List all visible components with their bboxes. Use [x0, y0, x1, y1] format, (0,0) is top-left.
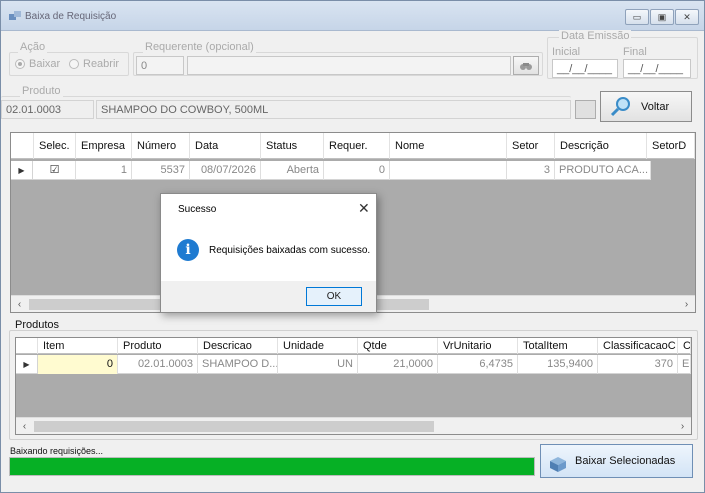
scroll-left-icon[interactable]: ‹ [11, 296, 28, 313]
col-vrunitario[interactable]: VrUnitario [438, 338, 518, 354]
app-icon [9, 11, 21, 20]
requisicao-row[interactable]: ▶ ☑ 1 5537 08/07/2026 Aberta 0 3 PRODUTO… [11, 161, 651, 180]
col-c[interactable]: C [678, 338, 691, 354]
cell-c: E [678, 355, 691, 374]
data-final-label: Final [623, 46, 647, 58]
voltar-button[interactable]: Voltar [600, 91, 692, 122]
produtos-scroll-left-icon[interactable]: ‹ [16, 418, 33, 435]
requisicoes-grid-header: Selec. Empresa Número Data Status Requer… [11, 133, 695, 159]
produto-row-indicator-icon: ▶ [16, 355, 38, 374]
col-totalitem[interactable]: TotalItem [518, 338, 598, 354]
acao-label: Ação [18, 41, 48, 53]
data-inicial-label: Inicial [552, 46, 581, 58]
status-text: Baixando requisições... [10, 446, 104, 456]
requerente-name-field[interactable] [187, 56, 511, 75]
baixar-radio-label: Baixar [29, 58, 61, 70]
close-button[interactable]: ✕ [675, 9, 699, 25]
produtos-scroll-right-icon[interactable]: › [674, 418, 691, 435]
col-data[interactable]: Data [190, 133, 261, 159]
row-header-corner [11, 133, 34, 159]
scroll-right-icon[interactable]: › [678, 296, 695, 313]
reabrir-radio[interactable] [69, 59, 79, 69]
cell-data: 08/07/2026 [190, 161, 261, 180]
cell-qtde: 21,0000 [358, 355, 438, 374]
produto-label: Produto [20, 85, 63, 97]
cell-totalitem: 135,9400 [518, 355, 598, 374]
cell-status: Aberta [261, 161, 324, 180]
col-descricao-prod[interactable]: Descricao [198, 338, 278, 354]
progress-fill [10, 458, 534, 475]
produto-search-button[interactable] [575, 100, 596, 119]
cell-produto: 02.01.0003 [118, 355, 198, 374]
cell-vrunitario: 6,4735 [438, 355, 518, 374]
download-box-icon [550, 457, 566, 472]
data-inicial-field[interactable]: __/__/____ [552, 59, 618, 78]
cell-numero: 5537 [132, 161, 190, 180]
cell-item[interactable]: 0 [38, 355, 118, 374]
produtos-corner [16, 338, 38, 354]
minimize-button[interactable]: ▭ [625, 9, 649, 25]
baixar-selecionadas-label: Baixar Selecionadas [575, 455, 676, 467]
binoculars-icon [520, 63, 532, 70]
dialog-ok-button[interactable]: OK [306, 287, 362, 306]
sucesso-dialog: Sucesso ✕ i Requisições baixadas com suc… [160, 193, 377, 313]
col-qtde[interactable]: Qtde [358, 338, 438, 354]
selec-checkbox[interactable]: ☑ [34, 161, 76, 180]
dialog-title: Sucesso [178, 204, 217, 215]
information-icon: i [177, 239, 199, 261]
produto-row[interactable]: ▶ 0 02.01.0003 SHAMPOO D... UN 21,0000 6… [16, 355, 691, 374]
cell-setor: 3 [507, 161, 555, 180]
col-produto[interactable]: Produto [118, 338, 198, 354]
produtos-scroll-thumb[interactable] [34, 421, 434, 432]
produto-name-field[interactable]: SHAMPOO DO COWBOY, 500ML [96, 100, 571, 119]
col-nome[interactable]: Nome [390, 133, 507, 159]
col-empresa[interactable]: Empresa [76, 133, 132, 159]
title-bar: Baixa de Requisição ▭ ▣ ✕ [1, 1, 704, 31]
col-unidade[interactable]: Unidade [278, 338, 358, 354]
dialog-close-icon[interactable]: ✕ [358, 200, 370, 217]
baixar-radio[interactable] [15, 59, 25, 69]
col-requer[interactable]: Requer. [324, 133, 390, 159]
col-status[interactable]: Status [261, 133, 324, 159]
requerente-code-field[interactable]: 0 [136, 56, 184, 75]
col-numero[interactable]: Número [132, 133, 190, 159]
requerente-search-button[interactable] [513, 56, 539, 75]
dialog-footer: OK [161, 281, 376, 312]
col-setord[interactable]: SetorD [647, 133, 695, 159]
produtos-grid-header: Item Produto Descricao Unidade Qtde VrUn… [16, 338, 691, 354]
col-classificacao[interactable]: ClassificacaoC [598, 338, 678, 354]
progress-bar [9, 457, 535, 476]
magnifier-icon [610, 97, 630, 117]
cell-descricao-prod: SHAMPOO D... [198, 355, 278, 374]
produtos-hscrollbar[interactable]: ‹ › [16, 417, 691, 434]
dialog-message: Requisições baixadas com sucesso. [209, 245, 371, 256]
window-title: Baixa de Requisição [25, 11, 117, 22]
col-setor[interactable]: Setor [507, 133, 555, 159]
produtos-grid[interactable]: Item Produto Descricao Unidade Qtde VrUn… [15, 337, 692, 435]
col-item[interactable]: Item [38, 338, 118, 354]
cell-requer: 0 [324, 161, 390, 180]
baixar-selecionadas-button[interactable]: Baixar Selecionadas [540, 444, 693, 478]
requerente-label: Requerente (opcional) [143, 41, 256, 53]
cell-empresa: 1 [76, 161, 132, 180]
col-descricao[interactable]: Descrição [555, 133, 647, 159]
cell-descricao: PRODUTO ACA... [555, 161, 651, 180]
cell-classificacao: 370 [598, 355, 678, 374]
col-selec[interactable]: Selec. [34, 133, 76, 159]
maximize-button[interactable]: ▣ [650, 9, 674, 25]
cell-unidade: UN [278, 355, 358, 374]
data-emissao-label: Data Emissão [559, 30, 632, 42]
cell-nome [390, 161, 507, 180]
produto-code-field[interactable]: 02.01.0003 [1, 100, 94, 119]
reabrir-radio-label: Reabrir [83, 58, 120, 70]
data-final-field[interactable]: __/__/____ [623, 59, 691, 78]
voltar-label: Voltar [641, 101, 670, 113]
main-window: Baixa de Requisição ▭ ▣ ✕ Ação Baixar Re… [0, 0, 705, 493]
row-indicator-icon: ▶ [11, 161, 33, 180]
